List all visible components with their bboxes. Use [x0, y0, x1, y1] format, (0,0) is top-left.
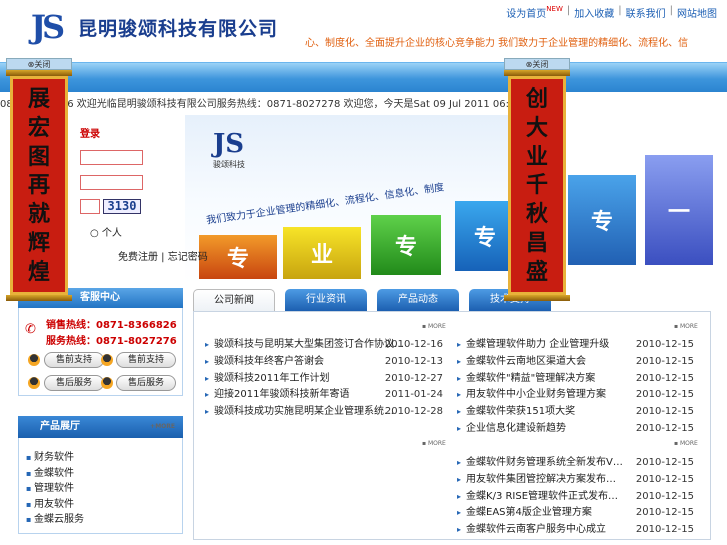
couplet-char: 展 [27, 86, 50, 113]
product-item[interactable]: 金蝶云服务 [26, 512, 84, 528]
phone-icon: ✆ [25, 322, 36, 337]
tab-industry-news[interactable]: 行业资讯 [285, 289, 367, 311]
news-item[interactable]: 金蝶K/3 RISE管理软件正式发布…2010-12-15 [457, 489, 694, 506]
captcha-input[interactable] [80, 199, 100, 214]
nav-set-homepage[interactable]: 设为首页NEW [506, 5, 563, 20]
hero-banner: JS 骏颂科技 我们致力于企业管理的精细化、流程化、信息化、制度 专 业 专 专 [185, 115, 540, 285]
couplet-char: 大 [525, 115, 548, 142]
news-tabs: 公司新闻 行业资讯 产品动态 技术支持 [193, 289, 551, 311]
news-list-right-bottom: 金蝶软件财务管理系统全新发布V…2010-12-15 用友软件集团管控解决方案发… [457, 455, 694, 539]
main-nav-bar [0, 62, 727, 92]
news-item[interactable]: 金蝶软件荣获151项大奖2010-12-15 [457, 404, 694, 421]
more-link[interactable]: ▪ MORE [674, 440, 698, 447]
new-badge: NEW [546, 5, 563, 13]
couplet-char: 煌 [27, 258, 50, 285]
product-showcase-title: 产品展厅 +MORE [18, 416, 183, 438]
news-item[interactable]: 金蝶软件财务管理系统全新发布V…2010-12-15 [457, 455, 694, 472]
product-item[interactable]: 财务软件 [26, 450, 84, 466]
captcha-image[interactable]: 3130 [103, 199, 141, 214]
login-tab[interactable]: 登录 [80, 125, 180, 140]
company-name: 昆明骏颂科技有限公司 [78, 18, 279, 40]
couplet-rod [6, 295, 72, 301]
news-item[interactable]: 迎接2011年骏颂科技新年寄语2011-01-24 [205, 387, 443, 404]
banner-cube: 一 [645, 155, 713, 265]
right-couplet: ⊗关闭 创 大 业 千 秋 昌 盛 [504, 58, 570, 301]
news-item[interactable]: 企业信息化建设新趋势2010-12-15 [457, 421, 694, 438]
more-link[interactable]: +MORE [150, 416, 175, 438]
news-item[interactable]: 骏颂科技与昆明某大型集团签订合作协议…2010-12-16 [205, 337, 443, 354]
login-type-radio[interactable]: ○ 个人 [90, 224, 122, 239]
news-list-right-top: 金蝶管理软件助力 企业管理升级2010-12-15 金蝶软件云南地区渠道大会20… [457, 337, 694, 438]
more-link[interactable]: ▪ MORE [422, 440, 446, 447]
news-item[interactable]: 骏颂科技2011年工作计划2010-12-27 [205, 371, 443, 388]
banner-cube: 专 [199, 235, 277, 279]
news-list-left: 骏颂科技与昆明某大型集团签订合作协议…2010-12-16 骏颂科技年终客户答谢… [205, 337, 443, 421]
presale-support-button[interactable]: 售前支持 [44, 352, 104, 368]
couplet-char: 千 [525, 172, 548, 199]
couplet-char: 宏 [27, 115, 50, 142]
product-item[interactable]: 用友软件 [26, 497, 84, 513]
nav-add-favorite[interactable]: 加入收藏 [574, 5, 614, 20]
aftersale-service-button[interactable]: 售后服务 [44, 375, 104, 391]
password-input[interactable] [80, 175, 143, 190]
nav-separator: | [618, 5, 622, 16]
banner-cube: 专 [371, 215, 441, 275]
company-logo[interactable]: JS [20, 8, 72, 46]
product-list: 财务软件 金蝶软件 管理软件 用友软件 金蝶云服务 [26, 450, 84, 528]
tab-company-news[interactable]: 公司新闻 [193, 289, 275, 311]
couplet-char: 昌 [525, 229, 548, 256]
nav-separator: | [669, 5, 673, 16]
presale-support-button[interactable]: 售前支持 [116, 352, 176, 368]
qq-icon [101, 354, 113, 366]
news-item[interactable]: 金蝶EAS第4版企业管理方案2010-12-15 [457, 505, 694, 522]
qq-icon [101, 377, 113, 389]
top-nav: 设为首页NEW | 加入收藏 | 联系我们 | 网站地图 [506, 5, 717, 20]
info-bar: 0871-8027276 欢迎光临昆明骏颂科技有限公司服务热线：0871-802… [0, 99, 510, 110]
sales-hotline: 销售热线：0871-8366826 [46, 320, 177, 331]
couplet-scroll: 展 宏 图 再 就 辉 煌 [10, 76, 68, 295]
couplet-char: 图 [27, 143, 50, 170]
qq-icon [28, 377, 40, 389]
news-item[interactable]: 骏颂科技成功实施昆明某企业管理系统…2010-12-28 [205, 404, 443, 421]
more-link[interactable]: ▪ MORE [674, 323, 698, 330]
couplet-rod [504, 295, 570, 301]
couplet-close-button[interactable]: ⊗关闭 [504, 58, 570, 70]
couplet-scroll: 创 大 业 千 秋 昌 盛 [508, 76, 566, 295]
couplet-char: 辉 [27, 229, 50, 256]
news-item[interactable]: 骏颂科技年终客户答谢会2010-12-13 [205, 354, 443, 371]
product-item[interactable]: 金蝶软件 [26, 466, 84, 482]
couplet-char: 秋 [525, 201, 548, 228]
couplet-char: 创 [525, 86, 548, 113]
service-hotline: 服务热线：0871-8027276 [46, 336, 177, 347]
news-item[interactable]: 金蝶管理软件助力 企业管理升级2010-12-15 [457, 337, 694, 354]
news-item[interactable]: 金蝶软件云南地区渠道大会2010-12-15 [457, 354, 694, 371]
hotlines: 销售热线：0871-8366826 服务热线：0871-8027276 [46, 318, 177, 350]
product-item[interactable]: 管理软件 [26, 481, 84, 497]
aftersale-service-button[interactable]: 售后服务 [116, 375, 176, 391]
banner-logo: JS [213, 129, 245, 159]
banner-logo-sub: 骏颂科技 [213, 160, 245, 169]
qq-icon [28, 354, 40, 366]
banner-cube: 业 [283, 227, 361, 279]
more-link[interactable]: ▪ MORE [422, 323, 446, 330]
radio-label: 个人 [101, 228, 122, 239]
news-item[interactable]: 用友软件中小企业财务管理方案2010-12-15 [457, 387, 694, 404]
login-links[interactable]: 免费注册 | 忘记密码 [118, 248, 208, 263]
couplet-char: 业 [525, 143, 548, 170]
couplet-close-button[interactable]: ⊗关闭 [6, 58, 72, 70]
news-item[interactable]: 金蝶软件"精益"管理解决方案2010-12-15 [457, 371, 694, 388]
couplet-char: 盛 [525, 258, 548, 285]
nav-sitemap[interactable]: 网站地图 [677, 5, 717, 20]
news-item[interactable]: 用友软件集团管控解决方案发布…2010-12-15 [457, 472, 694, 489]
couplet-char: 再 [27, 172, 50, 199]
news-item[interactable]: 金蝶软件云南客户服务中心成立2010-12-15 [457, 522, 694, 539]
nav-contact[interactable]: 联系我们 [626, 5, 666, 20]
banner-cube: 专 [568, 175, 636, 265]
tab-product-news[interactable]: 产品动态 [377, 289, 459, 311]
left-couplet: ⊗关闭 展 宏 图 再 就 辉 煌 [6, 58, 72, 301]
username-input[interactable] [80, 150, 143, 165]
nav-separator: | [566, 5, 571, 16]
couplet-char: 就 [27, 201, 50, 228]
slogan-marquee: 心、制度化、全面提升企业的核心竞争能力 我们致力于企业管理的精细化、流程化、信 [305, 38, 689, 49]
